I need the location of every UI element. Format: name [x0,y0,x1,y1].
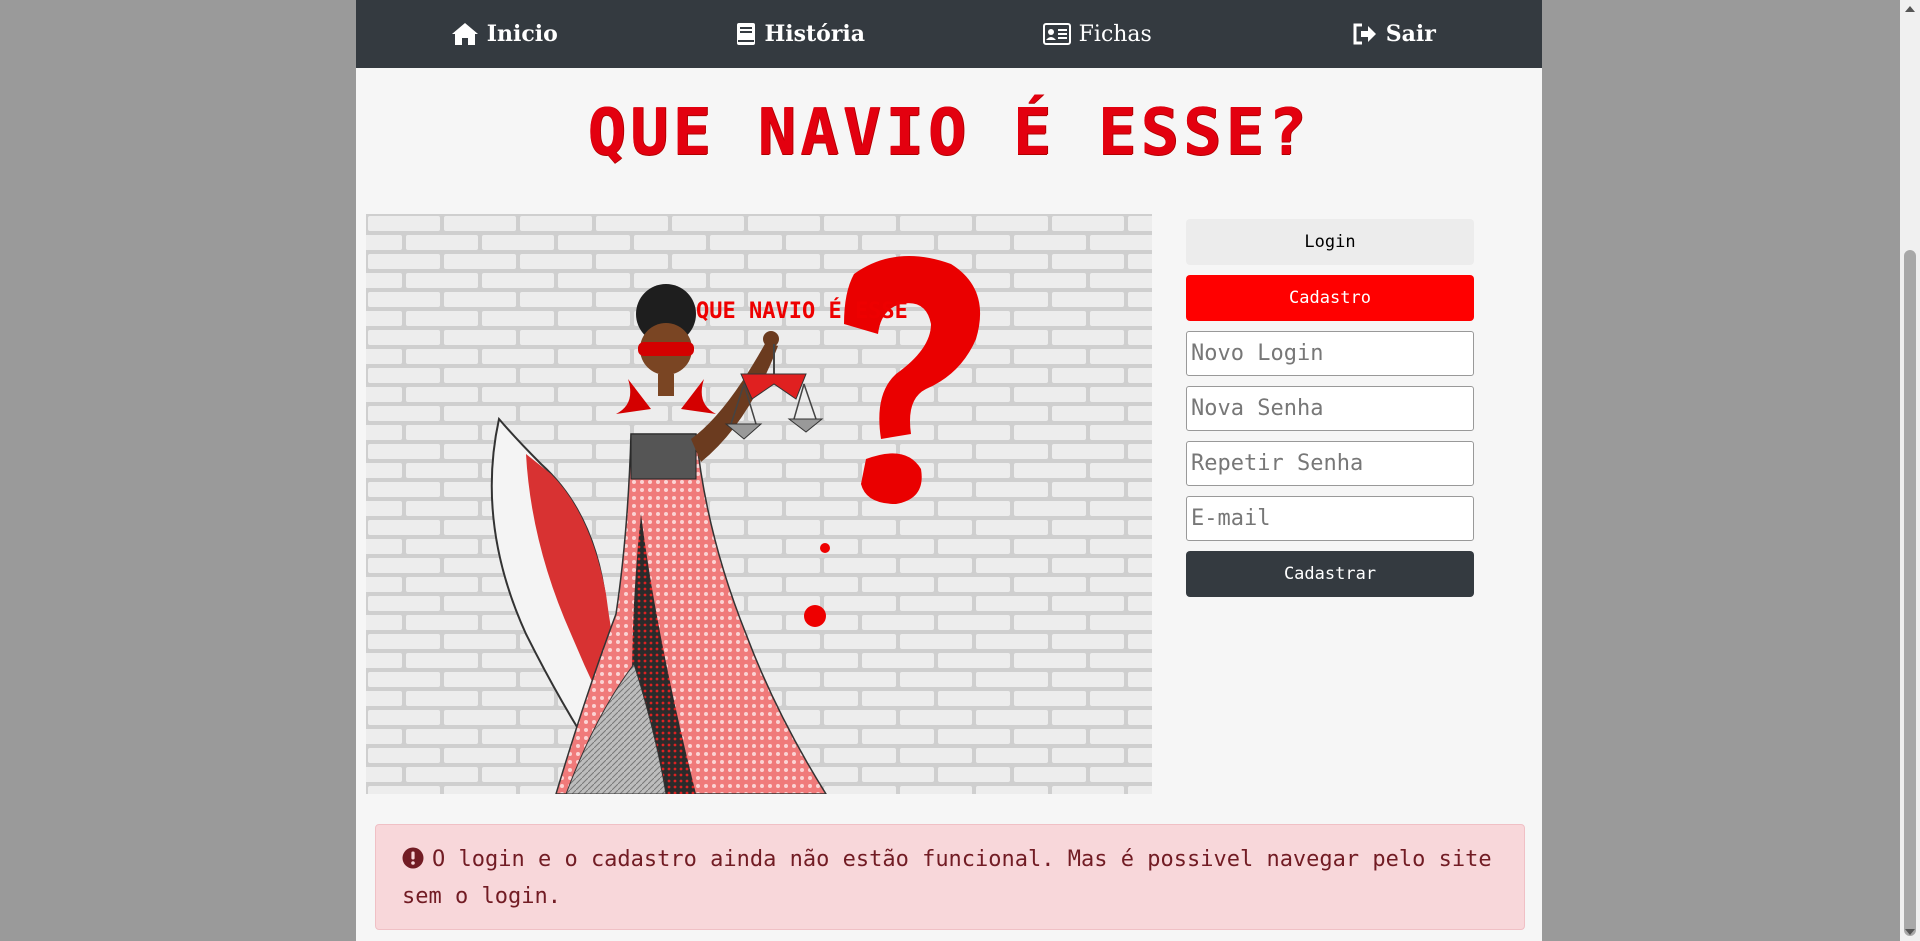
book-icon [737,23,756,45]
home-icon [451,23,478,45]
hero-illustration: QUE NAVIO É ESSE [366,214,1152,794]
novo-login-input[interactable] [1186,331,1474,376]
hero-caption: QUE NAVIO É ESSE [696,298,908,324]
nav-fichas-label: Fichas [1078,21,1152,47]
scroll-down-arrow-icon[interactable] [1905,929,1915,935]
top-navbar: Inicio História Fichas Sair [356,0,1542,68]
sign-out-icon [1353,23,1376,45]
nav-sair[interactable]: Sair [1246,0,1543,68]
scroll-up-arrow-icon[interactable] [1905,6,1915,12]
email-input[interactable] [1186,496,1474,541]
repetir-senha-input[interactable] [1186,441,1474,486]
nav-historia-label: História [764,21,866,47]
login-button[interactable]: Login [1186,219,1474,265]
nav-historia[interactable]: História [653,0,950,68]
site-title: QUE NAVIO É ESSE? [587,96,1311,170]
exclamation-circle-icon [402,847,424,869]
auth-panel: Login Cadastro Cadastrar [1186,219,1474,597]
nav-fichas[interactable]: Fichas [949,0,1246,68]
nova-senha-input[interactable] [1186,386,1474,431]
page-container: Inicio História Fichas Sair QUE NAVIO É … [356,0,1542,941]
cadastro-button[interactable]: Cadastro [1186,275,1474,321]
nav-inicio-label: Inicio [486,21,558,47]
id-card-icon [1042,23,1071,45]
scroll-thumb[interactable] [1904,250,1916,936]
cadastrar-button[interactable]: Cadastrar [1186,551,1474,597]
justice-figure-illustration: QUE NAVIO É ESSE [366,214,1152,794]
page-scrollbar[interactable] [1900,0,1920,941]
alert-message: O login e o cadastro ainda não estão fun… [402,847,1492,909]
nav-sair-label: Sair [1385,21,1436,47]
nav-inicio[interactable]: Inicio [356,0,653,68]
warning-alert: O login e o cadastro ainda não estão fun… [375,824,1525,930]
